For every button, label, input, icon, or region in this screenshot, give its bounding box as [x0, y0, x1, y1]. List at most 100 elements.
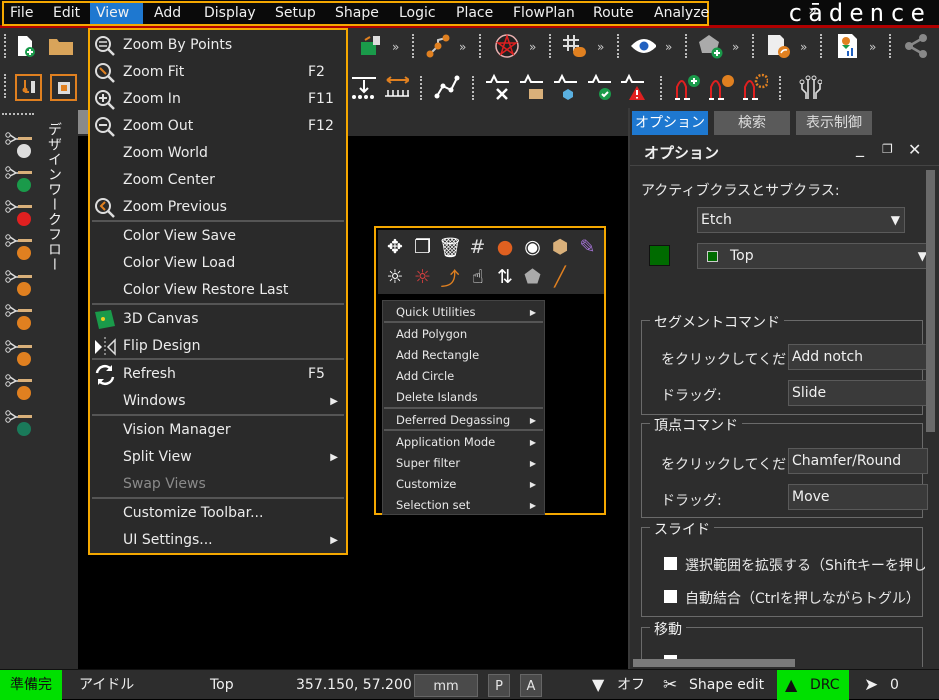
vertex-click-field[interactable]: Chamfer/Round [788, 448, 928, 474]
measure-3d-icon[interactable]: ⬢ [547, 234, 573, 260]
view-menu-item-color-view-restore-last[interactable]: Color View Restore Last [90, 277, 346, 304]
popup-item-deferred-degassing[interactable]: Deferred Degassing ▶ [383, 410, 544, 431]
view-menu-item-windows[interactable]: Windows ▶ [90, 388, 346, 415]
view-menu-item-zoom-world[interactable]: Zoom World [90, 140, 346, 167]
drc-status[interactable]: ▲ DRC [777, 670, 849, 700]
view-menu-item-zoom-by-points[interactable]: Zoom By Points [90, 32, 346, 59]
minimize-icon[interactable]: _ [856, 138, 864, 157]
diff-pair-settings-icon[interactable] [742, 73, 768, 100]
toolbar-more-button[interactable]: » [529, 40, 536, 54]
add-line-icon[interactable]: ╱ [547, 264, 573, 290]
segment-drag-field[interactable]: Slide [788, 380, 928, 406]
diff-pair-edit-icon[interactable] [708, 74, 734, 100]
ratsnest-icon[interactable] [494, 33, 520, 59]
menu-flowplan[interactable]: FlowPlan [507, 3, 581, 24]
diff-pair-add-icon[interactable] [674, 74, 700, 100]
popup-item-quick-utilities[interactable]: Quick Utilities ▶ [383, 302, 544, 323]
open-folder-icon[interactable] [48, 33, 74, 59]
toolbar-grip[interactable] [4, 34, 6, 58]
popup-item-add-polygon[interactable]: Add Polygon [383, 324, 544, 345]
view-menu-item-zoom-out[interactable]: Zoom Out F12 [90, 113, 346, 140]
place-component-icon[interactable] [358, 33, 384, 59]
sidebar-grip[interactable] [2, 113, 34, 115]
popup-item-customize[interactable]: Customize ▶ [383, 474, 544, 495]
tab-options[interactable]: オプション [632, 111, 708, 135]
dehighlight-icon[interactable]: ☼ [410, 264, 436, 290]
segment-click-field[interactable]: Add notch [788, 344, 928, 370]
filter-status[interactable]: オフ [617, 674, 645, 696]
close-icon[interactable]: ✕ [908, 140, 921, 159]
app-mode-status[interactable]: Shape edit [689, 674, 764, 696]
toolbar-more-button[interactable]: » [800, 40, 807, 54]
route-line-icon[interactable] [434, 74, 460, 100]
subclass-color-swatch[interactable] [649, 245, 670, 266]
menu-setup[interactable]: Setup [269, 3, 322, 24]
workflow-delete-icon[interactable] [4, 198, 34, 228]
swap-icon[interactable]: ⇅ [492, 264, 518, 290]
new-design-icon[interactable] [12, 33, 38, 59]
workflow-toggle-icon[interactable] [4, 372, 34, 402]
workflow-run-icon[interactable] [4, 408, 34, 438]
menu-shape[interactable]: Shape [329, 3, 385, 24]
p-button[interactable]: P [488, 674, 510, 697]
align-distribute-icon[interactable] [350, 74, 376, 100]
add-shape-icon[interactable] [697, 33, 723, 59]
visibility-eye-icon[interactable] [630, 33, 656, 59]
toolbar-more-button[interactable]: » [392, 40, 399, 54]
toolbar-more-button[interactable]: » [869, 40, 876, 54]
popup-item-super-filter[interactable]: Super filter ▶ [383, 453, 544, 474]
workflow-connect-icon[interactable] [4, 338, 34, 368]
tab-visibility[interactable]: 表示制御 [796, 111, 872, 135]
menu-edit[interactable]: Edit [47, 3, 86, 24]
route-connect-icon[interactable] [425, 33, 451, 59]
popup-item-add-circle[interactable]: Add Circle [383, 366, 544, 387]
signal-check-icon[interactable] [587, 73, 613, 100]
menu-route[interactable]: Route [587, 3, 640, 24]
route-icon[interactable]: ⤴ [437, 264, 463, 290]
auto-join-checkbox[interactable] [664, 590, 677, 603]
popup-item-application-mode[interactable]: Application Mode ▶ [383, 432, 544, 453]
palette-icon[interactable]: ✎ [575, 234, 601, 260]
signal-library-icon[interactable] [519, 73, 545, 100]
view-menu-item-ui-settings[interactable]: UI Settings... ▶ [90, 527, 346, 554]
toolbar-more-button[interactable]: » [597, 40, 604, 54]
toolbar-more-button[interactable]: » [459, 40, 466, 54]
float-icon[interactable]: ❐ [882, 142, 893, 156]
menu-view[interactable]: View [90, 3, 143, 24]
popup-item-selection-set[interactable]: Selection set ▶ [383, 495, 544, 516]
toolbar-more-button[interactable]: » [732, 40, 739, 54]
signal-3d-icon[interactable] [553, 73, 579, 100]
grid-icon[interactable]: # [465, 234, 491, 260]
view-menu-item-flip-design[interactable]: Flip Design [90, 333, 346, 360]
view-menu-item-vision-manager[interactable]: Vision Manager [90, 417, 346, 444]
view-menu-item-color-view-load[interactable]: Color View Load [90, 250, 346, 277]
signal-warning-icon[interactable] [620, 73, 646, 100]
tab-search[interactable]: 検索 [714, 111, 790, 135]
report-export-icon[interactable] [765, 33, 791, 59]
workflow-edit-icon[interactable] [4, 232, 34, 262]
grid-snap-icon[interactable] [561, 33, 587, 59]
class-select[interactable]: Etch ▼ [697, 207, 905, 233]
vertex-drag-field[interactable]: Move [788, 484, 928, 510]
view-menu-item-color-view-save[interactable]: Color View Save [90, 223, 346, 250]
menu-display[interactable]: Display [198, 3, 262, 24]
view-menu-item-3d-canvas[interactable]: 3D Canvas [90, 306, 346, 333]
workflow-settings-icon[interactable] [4, 130, 34, 160]
add-shape-icon[interactable]: ⬟ [520, 264, 546, 290]
toolbar-more-button[interactable]: » [665, 40, 672, 54]
workflow-list-icon[interactable] [4, 302, 34, 332]
filter-icon[interactable]: ▼ [592, 674, 604, 696]
view-menu-item-refresh[interactable]: Refresh F5 [90, 361, 346, 388]
copy-icon[interactable]: ❐ [410, 234, 436, 260]
fanout-icon[interactable] [796, 74, 822, 100]
workflow-add-icon[interactable] [4, 164, 34, 194]
report-chart-icon[interactable] [835, 33, 861, 59]
units-button[interactable]: mm [414, 674, 478, 697]
extend-selection-checkbox[interactable] [664, 557, 677, 570]
popup-item-add-rectangle[interactable]: Add Rectangle [383, 345, 544, 366]
view-menu-item-zoom-previous[interactable]: Zoom Previous [90, 194, 346, 221]
share-icon[interactable] [903, 33, 929, 59]
delete-icon[interactable]: 🗑 [437, 234, 463, 260]
subclass-select[interactable]: Top ▼ [697, 243, 932, 269]
canvas-tab[interactable] [78, 110, 88, 134]
